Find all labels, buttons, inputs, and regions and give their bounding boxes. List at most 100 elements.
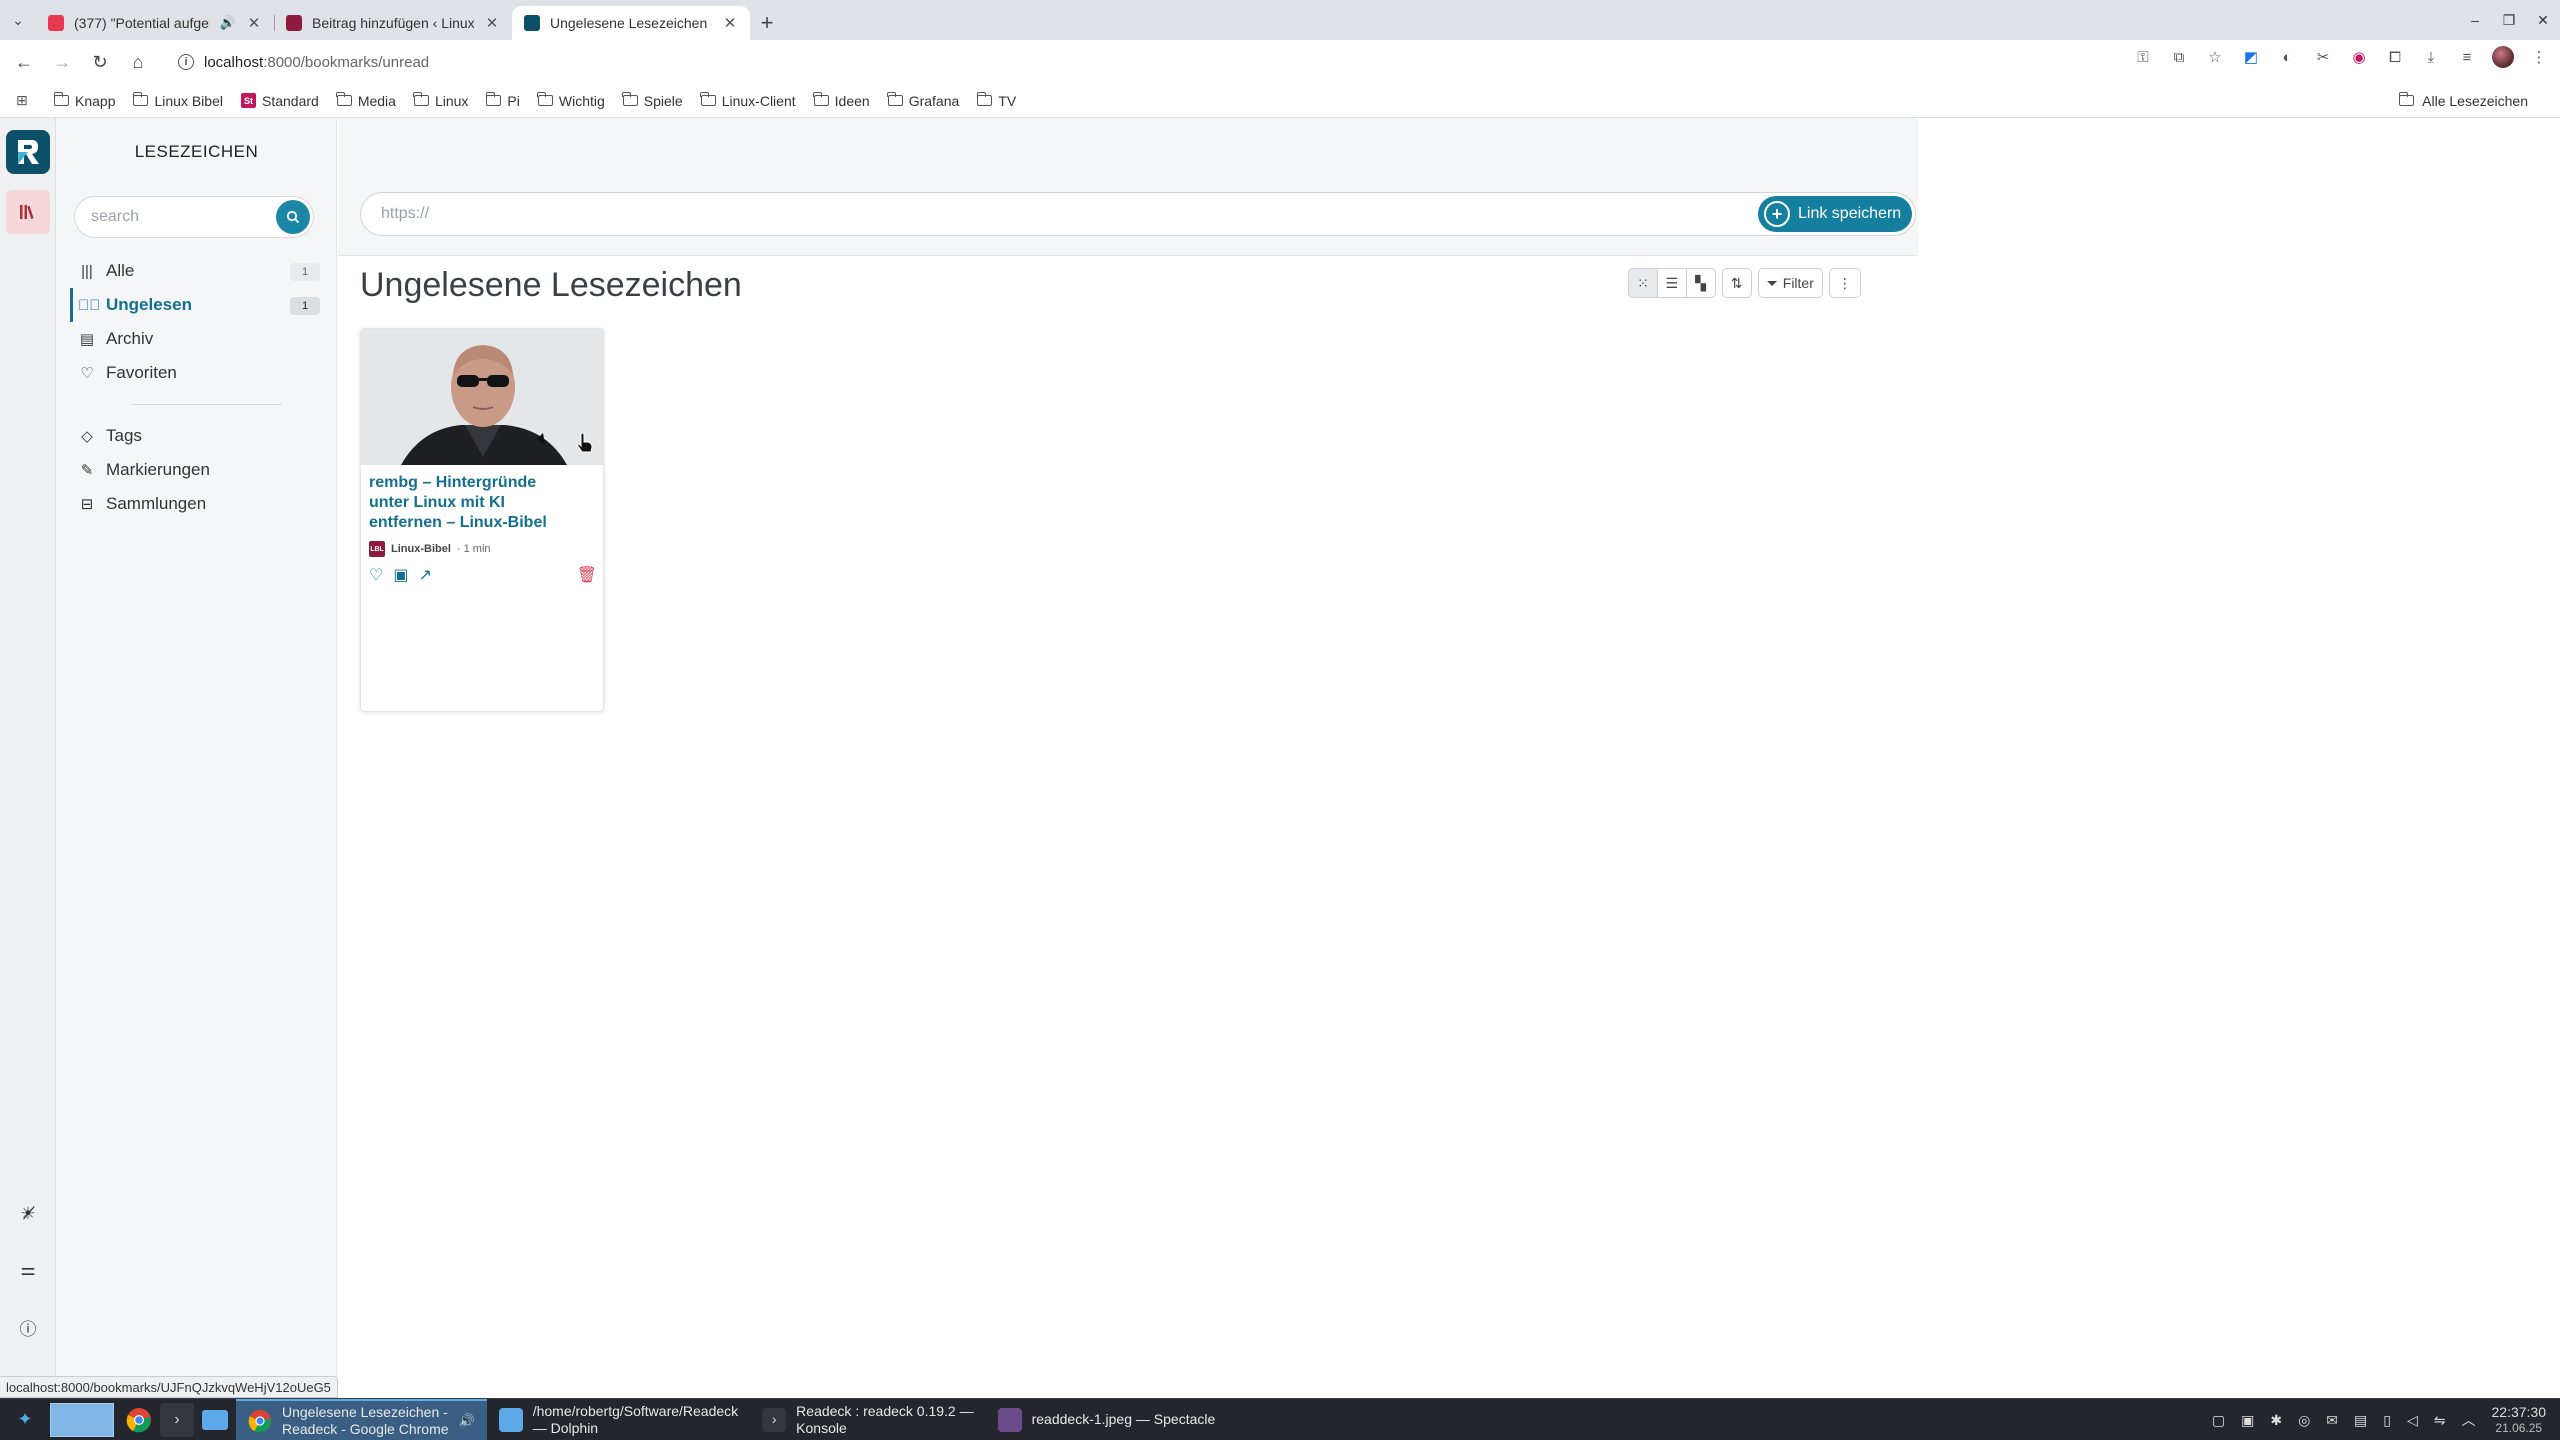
delete-trash-icon[interactable]: 🗑 (577, 565, 597, 585)
bookmark-folder[interactable]: Ideen (813, 92, 870, 109)
volume-icon[interactable]: ◁ (2407, 1412, 2418, 1429)
display-icon[interactable]: ▣ (2241, 1412, 2254, 1429)
tab-search-icon[interactable]: ⌄ (0, 0, 36, 40)
translate-extension-icon[interactable]: ◩ (2240, 46, 2262, 68)
bookmark-folder[interactable]: Linux Bibel (132, 92, 223, 109)
chrome-launcher-icon[interactable] (122, 1403, 156, 1437)
url-input[interactable] (381, 205, 1681, 223)
sort-button[interactable]: ⇅ (1721, 268, 1752, 298)
battery-icon[interactable]: ▯ (2383, 1412, 2391, 1429)
mail-icon[interactable]: ✉ (2326, 1412, 2338, 1429)
all-bookmarks-folder[interactable]: Alle Lesezeichen (2398, 92, 2528, 109)
menu-kebab-icon[interactable]: ⋮ (2528, 46, 2550, 68)
maximize-icon[interactable]: ❐ (2492, 0, 2526, 40)
reload-icon[interactable]: ↻ (84, 46, 116, 78)
speaker-icon[interactable]: 🔊 (459, 1412, 475, 1429)
close-window-icon[interactable]: ✕ (2526, 0, 2560, 40)
speaker-icon[interactable]: 🔊 (220, 15, 236, 31)
card-title-link[interactable]: rembg – Hintergründe unter Linux mit KI … (369, 473, 569, 533)
start-menu-icon[interactable]: ✦ (0, 1399, 50, 1440)
extension-icon[interactable]: ✂ (2312, 46, 2334, 68)
media-control-icon[interactable]: ≡ (2456, 46, 2478, 68)
readeck-logo[interactable] (6, 130, 50, 174)
bookmark-folder[interactable]: Wichtig (537, 92, 605, 109)
sidebar-item-favoriten[interactable]: ♡ Favoriten (70, 356, 324, 390)
sidebar-item-ungelesen[interactable]: ✓⃝ Ungelesen 1 (70, 288, 324, 322)
browser-tab-2[interactable]: Beitrag hinzufügen ‹ Linux ✕ (274, 6, 512, 40)
extension-icon[interactable]: ◉ (2348, 46, 2370, 68)
sidebar-item-sammlungen[interactable]: ⊟ Sammlungen (70, 487, 324, 521)
bookmark-folder[interactable]: Media (336, 92, 396, 109)
sidebar-item-tags[interactable]: ◇ Tags (70, 419, 324, 453)
sidebar-item-markierungen[interactable]: ✎ Markierungen (70, 453, 324, 487)
clock[interactable]: 22:37:30 21.06.25 (2492, 1404, 2547, 1436)
list-view-button[interactable]: ☰ (1656, 268, 1688, 298)
bookmark-folder[interactable]: Knapp (53, 92, 115, 109)
filter-button[interactable]: ⏷ Filter (1757, 268, 1823, 298)
mosaic-view-button[interactable]: ▚ (1685, 268, 1716, 298)
download-icon[interactable]: ⤓ (2420, 46, 2442, 68)
close-tab-icon[interactable]: ✕ (484, 14, 500, 32)
bookmarks-bar: ⊞ Knapp Linux Bibel St Standard Media Lin… (0, 84, 2560, 118)
bookmark-folder[interactable]: Linux-Client (700, 92, 796, 109)
files-launcher-icon[interactable] (198, 1403, 232, 1437)
close-tab-icon[interactable]: ✕ (246, 14, 262, 32)
clipboard-icon[interactable]: ▢ (2212, 1412, 2225, 1429)
card-thumbnail[interactable] (361, 329, 603, 465)
bookmark-link[interactable]: St Standard (240, 93, 319, 109)
tray-expand-icon[interactable]: ︿ (2462, 1410, 2476, 1430)
home-icon[interactable]: ⌂ (122, 46, 154, 78)
desktop-pager[interactable] (50, 1402, 114, 1437)
password-key-icon[interactable]: ⚿ (2132, 46, 2154, 68)
close-tab-icon[interactable]: ✕ (722, 14, 738, 32)
bookmark-folder[interactable]: Linux (413, 92, 468, 109)
install-app-icon[interactable]: ⧉ (2168, 46, 2190, 68)
favorite-heart-icon[interactable]: ♡ (369, 565, 383, 585)
help-icon[interactable]: ⓘ (6, 1305, 50, 1349)
search-input[interactable] (91, 208, 261, 226)
taskbar-task-konsole[interactable]: › Readeck : readeck 0.19.2 — Konsole (750, 1399, 985, 1440)
taskbar-task-chrome[interactable]: Ungelesene Lesezeichen - Readeck - Google… (236, 1398, 487, 1440)
new-tab-button[interactable]: + (750, 6, 784, 40)
chrome-icon (248, 1409, 272, 1432)
back-icon[interactable]: ← (8, 46, 40, 78)
sidebar-item-alle[interactable]: ||| Alle 1 (70, 254, 324, 288)
site-info-icon[interactable]: i (178, 54, 194, 70)
bookmark-star-icon[interactable]: ☆ (2204, 46, 2226, 68)
grid-view-button[interactable]: ⁙ (1628, 268, 1658, 298)
updates-icon[interactable]: ◎ (2298, 1412, 2310, 1429)
apps-grid-icon[interactable]: ⊞ (16, 92, 36, 109)
collection-icon: ⊟ (80, 496, 94, 513)
storage-icon[interactable]: ▤ (2354, 1412, 2367, 1429)
taskbar-task-spectacle[interactable]: readdeck-1.jpeg — Spectacle (986, 1399, 1228, 1440)
view-toolbar: ⁙ ☰ ▚ ⇅ ⏷ Filter ⋮ (1628, 268, 1861, 298)
network-icon[interactable]: ⇋ (2434, 1412, 2446, 1429)
more-menu-button[interactable]: ⋮ (1828, 268, 1861, 298)
bookmarks-nav-icon[interactable] (6, 190, 50, 234)
theme-toggle-icon[interactable]: ☀̸ (6, 1192, 50, 1236)
bookmark-folder[interactable]: Pi (485, 92, 520, 109)
bookmark-card[interactable]: rembg – Hintergründe unter Linux mit KI … (360, 328, 604, 712)
save-link-button[interactable]: + Link speichern (1758, 196, 1912, 232)
browser-tab-3[interactable]: Ungelesene Lesezeichen - R ✕ (512, 6, 750, 40)
forward-icon[interactable]: → (46, 46, 78, 78)
terminal-launcher-icon[interactable]: › (160, 1402, 194, 1437)
sidebar-item-archiv[interactable]: ▤ Archiv (70, 322, 324, 356)
bookmark-folder[interactable]: Grafana (887, 92, 959, 109)
taskbar-task-dolphin[interactable]: /home/robertg/Software/Readeck — Dolphin (487, 1399, 750, 1440)
bookmark-folder[interactable]: Spiele (622, 92, 683, 109)
extensions-puzzle-icon[interactable]: ⧠ (2384, 46, 2406, 68)
bluetooth-icon[interactable]: ✱ (2270, 1412, 2282, 1429)
search-button[interactable] (276, 200, 310, 234)
extension-icon[interactable]: ◐ (2276, 46, 2298, 68)
bookmark-folder[interactable]: TV (976, 92, 1016, 109)
settings-sliders-icon[interactable]: ⚌ (6, 1248, 50, 1292)
archive-icon[interactable]: ▣ (393, 565, 408, 585)
profile-avatar[interactable] (2492, 46, 2514, 68)
browser-tab-1[interactable]: (377) "Potential aufgebr 🔊 ✕ (36, 6, 274, 40)
minimize-icon[interactable]: – (2458, 0, 2492, 40)
external-link-icon[interactable]: ↗ (418, 565, 431, 585)
window-controls: – ❐ ✕ (2458, 0, 2560, 40)
address-bar[interactable]: i localhost:8000/bookmarks/unread (166, 45, 2066, 79)
search-icon (286, 210, 300, 224)
